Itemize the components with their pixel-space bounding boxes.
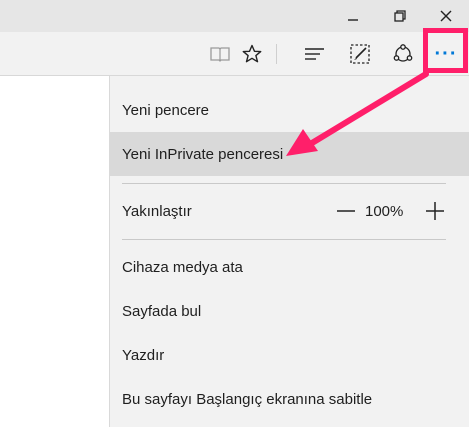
zoom-level: 100% — [365, 202, 404, 220]
menu-divider — [122, 183, 446, 184]
share-button[interactable] — [385, 32, 421, 76]
hub-icon — [305, 48, 324, 60]
favorites-star-icon — [242, 44, 262, 63]
menu-item-label: Sayfada bul — [122, 302, 202, 320]
menu-item-label: Cihaza medya ata — [122, 258, 243, 276]
zoom-in-icon — [426, 202, 444, 220]
menu-item-label: Bu sayfayı Başlangıç ekranına sabitle — [122, 390, 373, 408]
minimize-icon — [348, 19, 358, 21]
highlight-box — [423, 28, 468, 73]
restore-button[interactable] — [377, 0, 423, 32]
more-actions-menu: Yeni pencere Yeni InPrivate penceresi Ya… — [109, 76, 469, 427]
favorites-button[interactable] — [234, 32, 270, 76]
menu-item-new-inprivate-window[interactable]: Yeni InPrivate penceresi — [110, 132, 469, 176]
menu-item-new-window[interactable]: Yeni pencere — [110, 88, 469, 132]
menu-item-label: Yeni InPrivate penceresi — [122, 145, 284, 163]
restore-icon — [394, 10, 406, 22]
menu-item-find-on-page[interactable]: Sayfada bul — [110, 289, 469, 333]
menu-item-print[interactable]: Yazdır — [110, 333, 469, 377]
zoom-out-button[interactable] — [332, 189, 360, 233]
minimize-button[interactable] — [330, 0, 376, 32]
menu-divider — [122, 239, 446, 240]
menu-item-label: Yazdır — [122, 346, 165, 364]
menu-item-label: Yeni pencere — [122, 101, 210, 119]
share-icon — [393, 44, 413, 62]
zoom-label: Yakınlaştır — [122, 202, 192, 220]
web-note-button[interactable] — [342, 32, 378, 76]
zoom-row: Yakınlaştır 100% — [110, 189, 469, 233]
reading-view-button[interactable] — [202, 32, 238, 76]
menu-item-pin-to-start[interactable]: Bu sayfayı Başlangıç ekranına sabitle — [110, 377, 469, 421]
web-note-icon — [350, 44, 370, 64]
menu-item-cast-media[interactable]: Cihaza medya ata — [110, 245, 469, 289]
close-icon — [440, 10, 452, 22]
reading-view-icon — [210, 47, 230, 62]
toolbar-separator — [276, 44, 277, 64]
hub-button[interactable] — [297, 32, 333, 76]
zoom-out-icon — [337, 210, 355, 212]
zoom-in-button[interactable] — [421, 189, 449, 233]
